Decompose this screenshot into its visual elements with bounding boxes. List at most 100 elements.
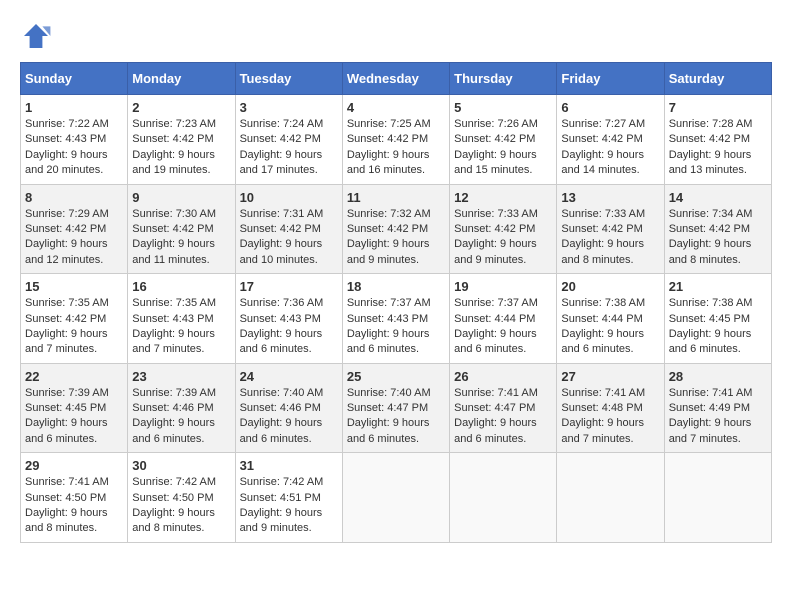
day-info: Sunrise: 7:41 AM Sunset: 4:50 PM Dayligh…: [25, 475, 123, 537]
calendar-day-cell: 26 Sunrise: 7:41 AM Sunset: 4:47 PM Dayl…: [450, 363, 557, 453]
day-number: 31: [240, 458, 338, 473]
day-number: 8: [25, 190, 123, 205]
day-info: Sunrise: 7:30 AM Sunset: 4:42 PM Dayligh…: [132, 207, 230, 269]
weekday-header-cell: Friday: [557, 63, 664, 95]
calendar-day-cell: 21 Sunrise: 7:38 AM Sunset: 4:45 PM Dayl…: [664, 274, 771, 364]
calendar-day-cell: [342, 453, 449, 543]
weekday-header-row: SundayMondayTuesdayWednesdayThursdayFrid…: [21, 63, 772, 95]
day-number: 27: [561, 369, 659, 384]
calendar-day-cell: 30 Sunrise: 7:42 AM Sunset: 4:50 PM Dayl…: [128, 453, 235, 543]
day-info: Sunrise: 7:22 AM Sunset: 4:43 PM Dayligh…: [25, 117, 123, 179]
day-number: 4: [347, 100, 445, 115]
day-info: Sunrise: 7:26 AM Sunset: 4:42 PM Dayligh…: [454, 117, 552, 179]
day-number: 21: [669, 279, 767, 294]
calendar-day-cell: 15 Sunrise: 7:35 AM Sunset: 4:42 PM Dayl…: [21, 274, 128, 364]
calendar-day-cell: 31 Sunrise: 7:42 AM Sunset: 4:51 PM Dayl…: [235, 453, 342, 543]
day-info: Sunrise: 7:42 AM Sunset: 4:50 PM Dayligh…: [132, 475, 230, 537]
day-number: 16: [132, 279, 230, 294]
day-number: 2: [132, 100, 230, 115]
weekday-header-cell: Sunday: [21, 63, 128, 95]
calendar-day-cell: 19 Sunrise: 7:37 AM Sunset: 4:44 PM Dayl…: [450, 274, 557, 364]
day-info: Sunrise: 7:27 AM Sunset: 4:42 PM Dayligh…: [561, 117, 659, 179]
weekday-header-cell: Monday: [128, 63, 235, 95]
calendar-day-cell: 16 Sunrise: 7:35 AM Sunset: 4:43 PM Dayl…: [128, 274, 235, 364]
day-info: Sunrise: 7:29 AM Sunset: 4:42 PM Dayligh…: [25, 207, 123, 269]
day-info: Sunrise: 7:33 AM Sunset: 4:42 PM Dayligh…: [454, 207, 552, 269]
calendar-day-cell: 4 Sunrise: 7:25 AM Sunset: 4:42 PM Dayli…: [342, 95, 449, 185]
day-info: Sunrise: 7:35 AM Sunset: 4:43 PM Dayligh…: [132, 296, 230, 358]
calendar-day-cell: 24 Sunrise: 7:40 AM Sunset: 4:46 PM Dayl…: [235, 363, 342, 453]
calendar-day-cell: 2 Sunrise: 7:23 AM Sunset: 4:42 PM Dayli…: [128, 95, 235, 185]
calendar-table: SundayMondayTuesdayWednesdayThursdayFrid…: [20, 62, 772, 543]
calendar-day-cell: 9 Sunrise: 7:30 AM Sunset: 4:42 PM Dayli…: [128, 184, 235, 274]
day-info: Sunrise: 7:34 AM Sunset: 4:42 PM Dayligh…: [669, 207, 767, 269]
day-info: Sunrise: 7:38 AM Sunset: 4:45 PM Dayligh…: [669, 296, 767, 358]
day-number: 9: [132, 190, 230, 205]
calendar-day-cell: 28 Sunrise: 7:41 AM Sunset: 4:49 PM Dayl…: [664, 363, 771, 453]
calendar-week-row: 15 Sunrise: 7:35 AM Sunset: 4:42 PM Dayl…: [21, 274, 772, 364]
calendar-day-cell: 11 Sunrise: 7:32 AM Sunset: 4:42 PM Dayl…: [342, 184, 449, 274]
calendar-day-cell: 6 Sunrise: 7:27 AM Sunset: 4:42 PM Dayli…: [557, 95, 664, 185]
calendar-day-cell: 20 Sunrise: 7:38 AM Sunset: 4:44 PM Dayl…: [557, 274, 664, 364]
day-number: 17: [240, 279, 338, 294]
day-info: Sunrise: 7:42 AM Sunset: 4:51 PM Dayligh…: [240, 475, 338, 537]
day-info: Sunrise: 7:41 AM Sunset: 4:49 PM Dayligh…: [669, 386, 767, 448]
calendar-week-row: 29 Sunrise: 7:41 AM Sunset: 4:50 PM Dayl…: [21, 453, 772, 543]
day-info: Sunrise: 7:25 AM Sunset: 4:42 PM Dayligh…: [347, 117, 445, 179]
day-info: Sunrise: 7:36 AM Sunset: 4:43 PM Dayligh…: [240, 296, 338, 358]
day-info: Sunrise: 7:28 AM Sunset: 4:42 PM Dayligh…: [669, 117, 767, 179]
day-info: Sunrise: 7:39 AM Sunset: 4:46 PM Dayligh…: [132, 386, 230, 448]
day-number: 1: [25, 100, 123, 115]
calendar-day-cell: [557, 453, 664, 543]
day-number: 10: [240, 190, 338, 205]
day-number: 7: [669, 100, 767, 115]
day-info: Sunrise: 7:35 AM Sunset: 4:42 PM Dayligh…: [25, 296, 123, 358]
day-number: 18: [347, 279, 445, 294]
day-number: 11: [347, 190, 445, 205]
calendar-week-row: 1 Sunrise: 7:22 AM Sunset: 4:43 PM Dayli…: [21, 95, 772, 185]
weekday-header-cell: Wednesday: [342, 63, 449, 95]
calendar-day-cell: 12 Sunrise: 7:33 AM Sunset: 4:42 PM Dayl…: [450, 184, 557, 274]
day-info: Sunrise: 7:40 AM Sunset: 4:46 PM Dayligh…: [240, 386, 338, 448]
day-number: 29: [25, 458, 123, 473]
calendar-day-cell: 18 Sunrise: 7:37 AM Sunset: 4:43 PM Dayl…: [342, 274, 449, 364]
day-info: Sunrise: 7:33 AM Sunset: 4:42 PM Dayligh…: [561, 207, 659, 269]
weekday-header-cell: Saturday: [664, 63, 771, 95]
day-number: 22: [25, 369, 123, 384]
calendar-day-cell: 3 Sunrise: 7:24 AM Sunset: 4:42 PM Dayli…: [235, 95, 342, 185]
calendar-day-cell: 5 Sunrise: 7:26 AM Sunset: 4:42 PM Dayli…: [450, 95, 557, 185]
day-number: 25: [347, 369, 445, 384]
day-number: 26: [454, 369, 552, 384]
calendar-week-row: 22 Sunrise: 7:39 AM Sunset: 4:45 PM Dayl…: [21, 363, 772, 453]
calendar-day-cell: 25 Sunrise: 7:40 AM Sunset: 4:47 PM Dayl…: [342, 363, 449, 453]
logo: [20, 20, 56, 52]
day-number: 5: [454, 100, 552, 115]
day-info: Sunrise: 7:24 AM Sunset: 4:42 PM Dayligh…: [240, 117, 338, 179]
logo-icon: [20, 20, 52, 52]
day-info: Sunrise: 7:23 AM Sunset: 4:42 PM Dayligh…: [132, 117, 230, 179]
day-info: Sunrise: 7:32 AM Sunset: 4:42 PM Dayligh…: [347, 207, 445, 269]
page-header: [20, 20, 772, 52]
calendar-day-cell: 22 Sunrise: 7:39 AM Sunset: 4:45 PM Dayl…: [21, 363, 128, 453]
calendar-day-cell: [450, 453, 557, 543]
calendar-day-cell: 10 Sunrise: 7:31 AM Sunset: 4:42 PM Dayl…: [235, 184, 342, 274]
day-info: Sunrise: 7:39 AM Sunset: 4:45 PM Dayligh…: [25, 386, 123, 448]
day-info: Sunrise: 7:37 AM Sunset: 4:43 PM Dayligh…: [347, 296, 445, 358]
calendar-body: 1 Sunrise: 7:22 AM Sunset: 4:43 PM Dayli…: [21, 95, 772, 543]
weekday-header-cell: Tuesday: [235, 63, 342, 95]
day-number: 19: [454, 279, 552, 294]
calendar-day-cell: 17 Sunrise: 7:36 AM Sunset: 4:43 PM Dayl…: [235, 274, 342, 364]
day-info: Sunrise: 7:31 AM Sunset: 4:42 PM Dayligh…: [240, 207, 338, 269]
calendar-day-cell: 23 Sunrise: 7:39 AM Sunset: 4:46 PM Dayl…: [128, 363, 235, 453]
day-number: 15: [25, 279, 123, 294]
day-info: Sunrise: 7:40 AM Sunset: 4:47 PM Dayligh…: [347, 386, 445, 448]
day-info: Sunrise: 7:41 AM Sunset: 4:48 PM Dayligh…: [561, 386, 659, 448]
calendar-day-cell: [664, 453, 771, 543]
calendar-day-cell: 13 Sunrise: 7:33 AM Sunset: 4:42 PM Dayl…: [557, 184, 664, 274]
calendar-day-cell: 27 Sunrise: 7:41 AM Sunset: 4:48 PM Dayl…: [557, 363, 664, 453]
weekday-header-cell: Thursday: [450, 63, 557, 95]
day-number: 28: [669, 369, 767, 384]
day-number: 24: [240, 369, 338, 384]
calendar-day-cell: 7 Sunrise: 7:28 AM Sunset: 4:42 PM Dayli…: [664, 95, 771, 185]
day-number: 6: [561, 100, 659, 115]
